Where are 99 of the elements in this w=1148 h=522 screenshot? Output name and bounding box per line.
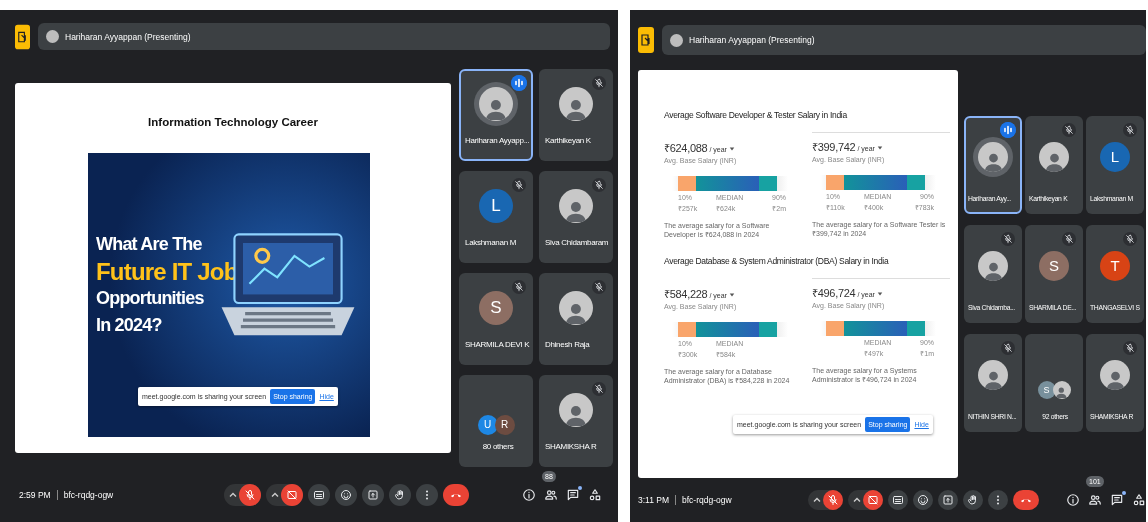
present-button[interactable] bbox=[938, 490, 958, 510]
caret-icon[interactable] bbox=[876, 290, 883, 297]
avatar-initial: L bbox=[1100, 141, 1130, 172]
emoji-button[interactable] bbox=[913, 490, 933, 510]
chat-button[interactable] bbox=[1110, 493, 1124, 507]
caret-icon[interactable] bbox=[812, 495, 822, 505]
present-icon bbox=[367, 489, 379, 501]
hand-icon bbox=[394, 489, 406, 501]
info-icon bbox=[1066, 493, 1080, 507]
more-options-button[interactable] bbox=[988, 490, 1008, 510]
camera-off-button[interactable] bbox=[281, 484, 303, 506]
participant-name: Dhinesh Raja bbox=[545, 340, 590, 349]
info-button[interactable] bbox=[1066, 493, 1080, 507]
participant-tile[interactable]: Hariharan Ayyapp... bbox=[459, 69, 533, 161]
present-button[interactable] bbox=[362, 484, 384, 506]
poster-headline: What Are The bbox=[96, 233, 203, 256]
presenter-bar[interactable]: Hariharan Ayyappan (Presenting) bbox=[662, 25, 1146, 55]
participant-name: SHAMIKSHA R bbox=[545, 442, 597, 451]
participant-tile[interactable]: Siva Chidambaram bbox=[539, 171, 613, 263]
avatar-initial: T bbox=[1100, 250, 1130, 281]
people-icon bbox=[544, 488, 558, 502]
speaking-indicator-icon bbox=[511, 75, 527, 91]
caret-icon[interactable] bbox=[876, 145, 883, 151]
caret-icon[interactable] bbox=[228, 490, 238, 500]
section-heading: Average Database & System Administrator (DBA) Salary in India bbox=[664, 255, 890, 266]
avatar-initial: S bbox=[1039, 250, 1069, 281]
emoji-icon bbox=[340, 489, 352, 501]
person-silhouette-icon bbox=[1055, 385, 1068, 399]
captions-icon bbox=[313, 489, 325, 501]
avatar-initial: S bbox=[479, 290, 513, 325]
avatar-silhouette bbox=[46, 30, 59, 43]
emoji-icon bbox=[917, 494, 929, 506]
meeting-code: bfc-rqdg-ogw bbox=[56, 490, 114, 500]
camera-off-icon bbox=[867, 494, 879, 506]
chat-icon bbox=[566, 488, 580, 502]
activities-button[interactable] bbox=[1132, 493, 1146, 507]
slide-title: Information Technology Career bbox=[147, 116, 319, 128]
avatar-initial: U bbox=[477, 414, 498, 435]
end-call-button[interactable] bbox=[443, 484, 469, 506]
presenter-bar[interactable]: Hariharan Ayyappan (Presenting) bbox=[38, 23, 610, 50]
participant-tile[interactable]: Karthikeyan K bbox=[539, 69, 613, 161]
activities-button[interactable] bbox=[588, 488, 602, 502]
captions-icon bbox=[892, 494, 904, 506]
salary-amount: ₹624,088 bbox=[664, 141, 708, 155]
avatar-initial: S bbox=[1037, 380, 1056, 399]
participant-name: Karthikeyan K bbox=[545, 136, 591, 145]
presentation-icon[interactable] bbox=[638, 25, 654, 55]
meeting-code: bfc-rqdg-ogw bbox=[675, 495, 732, 505]
chat-button[interactable] bbox=[566, 488, 580, 502]
salary-amount: ₹399,742 bbox=[812, 140, 856, 154]
participant-tile[interactable]: S SHARMILA DEVI K bbox=[459, 273, 533, 365]
chat-icon bbox=[1110, 493, 1124, 507]
mic-off-icon bbox=[244, 489, 256, 501]
raise-hand-button[interactable] bbox=[963, 490, 983, 510]
poster-headline: Opportunities bbox=[96, 287, 205, 310]
raise-hand-button[interactable] bbox=[389, 484, 411, 506]
mic-off-icon bbox=[827, 494, 839, 506]
participant-tile[interactable]: SHAMIKSHA R bbox=[539, 375, 613, 467]
presenter-label: Hariharan Ayyappan (Presenting) bbox=[689, 35, 815, 45]
mic-off-button[interactable] bbox=[823, 490, 843, 510]
emoji-button[interactable] bbox=[335, 484, 357, 506]
camera-off-button[interactable] bbox=[863, 490, 883, 510]
salary-amount: ₹584,228 bbox=[664, 286, 708, 301]
present-icon bbox=[942, 494, 954, 506]
avatar-initial: L bbox=[479, 188, 513, 223]
avatar-silhouette bbox=[670, 33, 683, 47]
captions-button[interactable] bbox=[308, 484, 330, 506]
caret-icon[interactable] bbox=[270, 490, 280, 500]
caret-icon[interactable] bbox=[728, 146, 735, 152]
hand-icon bbox=[967, 494, 979, 506]
captions-button[interactable] bbox=[888, 490, 908, 510]
avatar-initial: R bbox=[494, 414, 515, 435]
participant-tile[interactable]: Dhinesh Raja bbox=[539, 273, 613, 365]
info-icon bbox=[522, 488, 536, 502]
participant-tile[interactable]: L Lakshmanan M bbox=[459, 171, 533, 263]
meeting-time: 3:11 PM bbox=[638, 495, 670, 505]
shapes-icon bbox=[588, 488, 602, 502]
caret-icon[interactable] bbox=[728, 291, 735, 298]
people-icon bbox=[1088, 493, 1102, 507]
poster-headline: In 2024? bbox=[96, 314, 163, 337]
participant-name: Hariharan Ayyapp... bbox=[465, 136, 530, 145]
participant-name: Lakshmanan M bbox=[465, 238, 517, 247]
meeting-time: 2:59 PM bbox=[19, 490, 51, 500]
caret-icon[interactable] bbox=[852, 495, 862, 505]
speaking-indicator-icon bbox=[1000, 122, 1016, 138]
end-call-button[interactable] bbox=[1013, 490, 1039, 510]
shapes-icon bbox=[1132, 493, 1146, 507]
info-button[interactable] bbox=[522, 488, 536, 502]
section-heading: Average Software Developer & Tester Salary in India bbox=[664, 110, 848, 120]
participant-tile[interactable]: U R 80 others bbox=[459, 375, 533, 467]
more-options-button[interactable] bbox=[416, 484, 438, 506]
salary-amount: ₹496,724 bbox=[812, 285, 856, 300]
camera-off-icon bbox=[286, 489, 298, 501]
mic-off-button[interactable] bbox=[239, 484, 261, 506]
participant-name: 80 others bbox=[482, 442, 514, 451]
participant-name: Siva Chidambaram bbox=[545, 238, 609, 247]
participant-name: SHARMILA DEVI K bbox=[465, 340, 530, 349]
presentation-icon[interactable] bbox=[15, 23, 30, 50]
presenter-label: Hariharan Ayyappan (Presenting) bbox=[65, 31, 191, 42]
